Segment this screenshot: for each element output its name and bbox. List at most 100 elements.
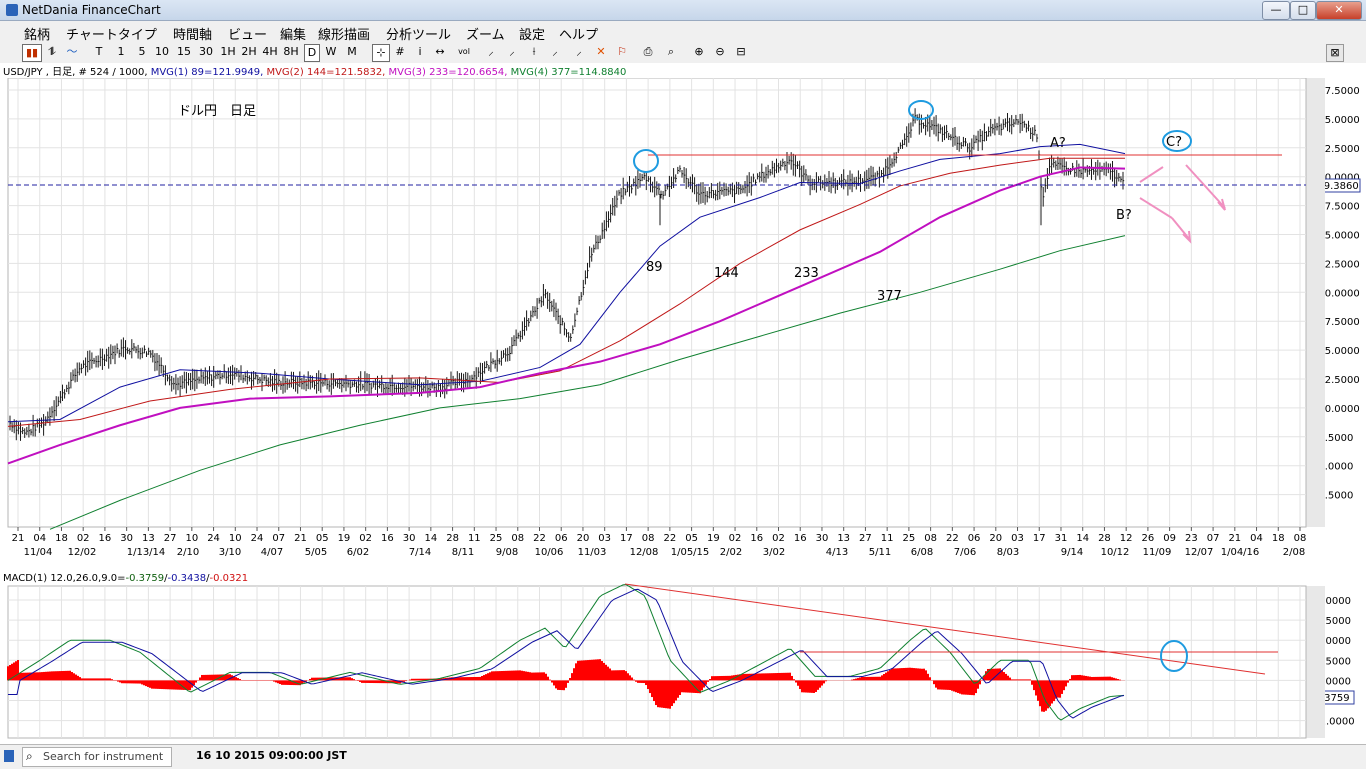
date-tick-label: 03 [1011,533,1024,544]
menu-analysis[interactable]: 分析ツール [386,24,451,43]
price-chart[interactable]: 127.5000125.0000122.5000120.0000117.5000… [0,78,1366,570]
date-tick-label: 21 [1228,533,1241,544]
macd-chart[interactable]: 2.00001.50001.00000.50000.0000-0.5000-1.… [0,572,1366,744]
date-tick-label: 22 [663,533,676,544]
grid-icon[interactable]: # [393,44,407,60]
period-1[interactable]: 1 [114,44,128,60]
bar-chart-icon[interactable]: ▮▮ [22,44,42,62]
month-tick-label: 2/08 [1283,547,1305,558]
date-tick-label: 21 [12,533,25,544]
menu-help[interactable]: ヘルプ [559,24,598,43]
menu-timeframe[interactable]: 時間軸 [173,24,212,43]
period-weekly[interactable]: W [324,44,338,60]
ma233-label: 233 [794,266,819,281]
maximize-button[interactable]: □ [1290,1,1316,20]
date-tick-label: 05 [685,533,698,544]
period-30[interactable]: 30 [197,44,215,60]
menu-settings[interactable]: 設定 [519,24,545,43]
period-monthly[interactable]: M [345,44,359,60]
date-tick-label: 05 [316,533,329,544]
price-scrollbar[interactable] [1306,78,1325,527]
ma89-label: 89 [646,260,663,275]
month-tick-label: 6/08 [911,547,933,558]
candle-chart-icon[interactable]: ⥮ [44,44,60,60]
menu-chart-type[interactable]: チャートタイプ [66,24,157,43]
month-tick-label: 7/14 [409,547,431,558]
macd-plot-area[interactable] [7,585,1307,739]
period-8h[interactable]: 8H [282,44,300,60]
date-tick-label: 16 [794,533,807,544]
info-icon[interactable]: i [414,44,426,60]
menu-bar: 銘柄 チャートタイプ 時間軸 ビュー 編集 線形描画 分析ツール ズーム 設定 … [0,21,1366,43]
zoom-in-icon[interactable]: ⊕ [692,44,706,60]
scroll-icon[interactable]: ↔ [432,44,448,60]
channel-icon[interactable]: ⸝ [548,44,562,60]
month-tick-label: 5/11 [869,547,891,558]
menu-drawing[interactable]: 線形描画 [318,24,370,43]
menu-zoom[interactable]: ズーム [466,24,505,43]
date-tick-label: 11 [468,533,481,544]
zoom-reset-icon[interactable]: ⊟ [734,44,748,60]
toolbar: ▮▮ ⥮ 〜 T 1 5 10 15 30 1H 2H 4H 8H D W M … [0,42,1366,64]
period-15[interactable]: 15 [175,44,193,60]
date-tick-label: 02 [77,533,90,544]
month-tick-label: 11/03 [578,547,607,558]
month-tick-label: 12/08 [630,547,659,558]
crosshair-icon[interactable]: ⊹ [372,44,390,62]
date-tick-label: 16 [99,533,112,544]
period-1h[interactable]: 1H [219,44,237,60]
date-tick-label: 10 [229,533,242,544]
date-tick-label: 13 [142,533,155,544]
month-tick-label: 4/13 [826,547,848,558]
mvg1-info: MVG(1) 89=121.9949, [150,67,267,78]
menu-edit[interactable]: 編集 [280,24,306,43]
search-input[interactable]: ⌕ Search for instrument [22,747,172,767]
macd-scrollbar[interactable] [1306,586,1325,738]
date-tick-label: 14 [424,533,437,544]
month-tick-label: 1/04/16 [1221,547,1260,558]
period-10[interactable]: 10 [153,44,171,60]
mvg3-info: MVG(3) 233=120.6654, [388,67,511,78]
wave-a-label: A? [1050,136,1066,151]
alert-icon[interactable]: ⚐ [615,44,629,60]
period-2h[interactable]: 2H [240,44,258,60]
arrow-icon [4,750,14,762]
date-tick-label: 17 [1033,533,1046,544]
date-tick-label: 16 [750,533,763,544]
panel-toggle-icon[interactable]: ⊠ [1326,44,1344,62]
zoom-out-icon[interactable]: ⊖ [713,44,727,60]
date-tick-label: 27 [164,533,177,544]
trendline-icon[interactable]: ⸝ [484,44,498,60]
period-4h[interactable]: 4H [261,44,279,60]
period-5[interactable]: 5 [135,44,149,60]
status-datetime: 16 10 2015 09:00:00 JST [196,749,347,762]
date-tick-label: 19 [707,533,720,544]
print-icon[interactable]: ⎙ [641,44,655,60]
line-chart-icon[interactable]: 〜 [64,44,80,60]
plot-area[interactable] [7,78,1307,528]
menu-view[interactable]: ビュー [228,24,267,43]
arc-icon[interactable]: ⸝ [572,44,586,60]
date-tick-label: 07 [272,533,285,544]
date-tick-label: 30 [816,533,829,544]
date-tick-label: 30 [120,533,133,544]
date-tick-label: 02 [729,533,742,544]
preview-icon[interactable]: ⌕ [664,44,678,60]
wave-c-label: C? [1166,135,1182,150]
volume-icon[interactable]: vol [454,44,474,60]
month-tick-label: 3/02 [763,547,785,558]
month-tick-label: 9/14 [1061,547,1083,558]
menu-symbol[interactable]: 銘柄 [24,24,50,43]
close-button[interactable]: ✕ [1316,1,1362,20]
delete-drawing-icon[interactable]: ✕ [594,44,608,60]
month-tick-label: 1/13/14 [127,547,166,558]
period-tick[interactable]: T [92,44,106,60]
month-tick-label: 3/10 [219,547,241,558]
fibonacci-icon[interactable]: ⟊ [526,44,542,60]
ray-icon[interactable]: ⸝ [505,44,519,60]
period-daily[interactable]: D [304,44,320,62]
wave-b-label: B? [1116,208,1132,223]
mvg4-info: MVG(4) 377=114.8840 [510,67,627,78]
month-tick-label: 7/06 [954,547,976,558]
minimize-button[interactable]: — [1262,1,1290,20]
